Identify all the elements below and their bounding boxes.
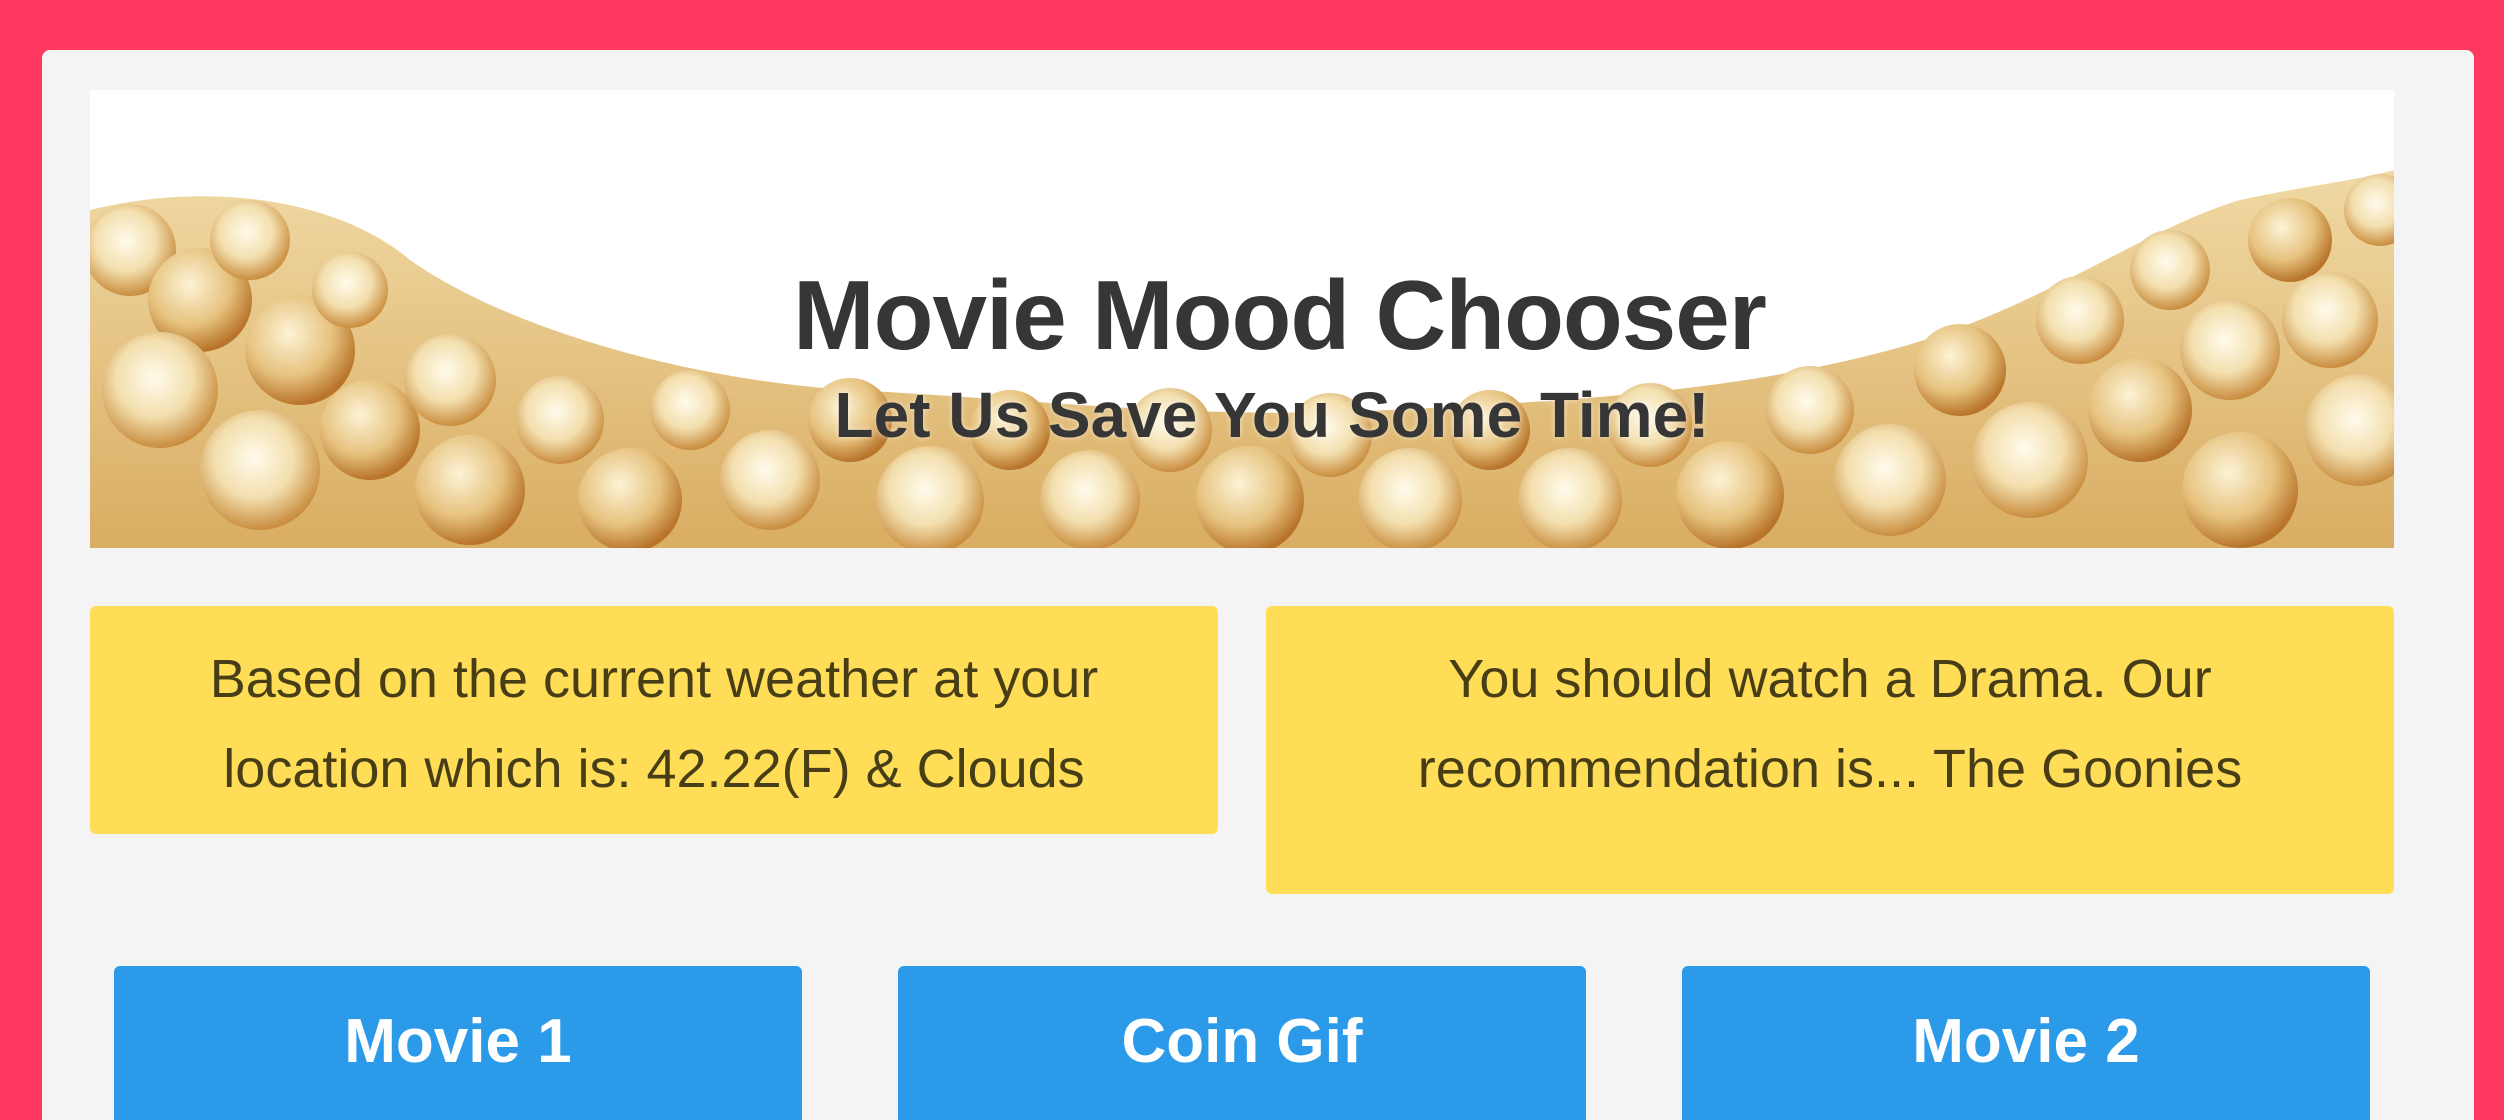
weather-text-line-1: Based on the current weather at your — [209, 649, 1099, 709]
coin-gif-button[interactable]: Coin Gif — [898, 966, 1586, 1120]
movie-2-button[interactable]: Movie 2 — [1682, 966, 2370, 1120]
hero-banner: Movie Mood Chooser Let Us Save You Some … — [90, 90, 2394, 548]
recommendation-info-box: You should watch a Drama. Our recommenda… — [1266, 606, 2394, 894]
weather-text-line-2: location which is: 42.22(F) & Clouds — [223, 739, 1085, 799]
recommendation-text-line-1: You should watch a Drama. Our — [1448, 649, 2212, 709]
page-subtitle: Let Us Save You Some Time! — [834, 379, 1710, 451]
weather-info-box: Based on the current weather at your loc… — [90, 606, 1218, 834]
movie-1-button[interactable]: Movie 1 — [114, 966, 802, 1120]
page-title: Movie Mood Chooser — [793, 260, 1767, 370]
main-panel: Movie Mood Chooser Let Us Save You Some … — [42, 50, 2474, 1120]
recommendation-text-line-2: recommendation is... The Goonies — [1417, 739, 2243, 799]
